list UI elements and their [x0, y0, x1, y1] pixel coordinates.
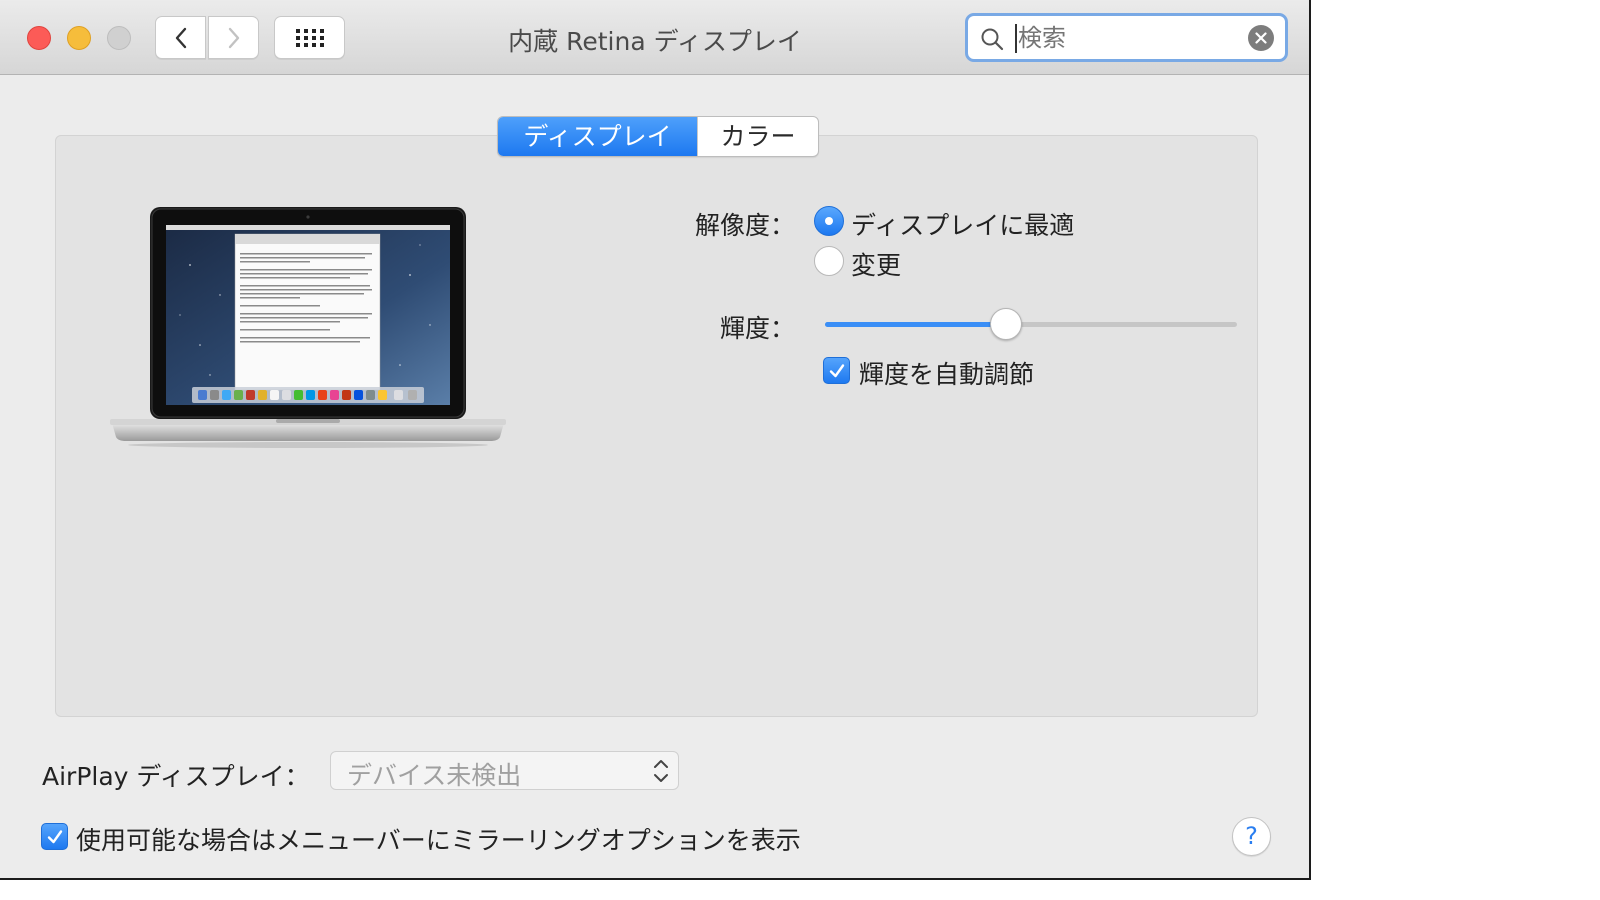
window-title: 内蔵 Retina ディスプレイ — [508, 27, 802, 56]
resolution-label: 解像度： — [694, 211, 795, 240]
macbook-illustration — [110, 207, 506, 448]
airplay-display-popup[interactable]: デバイス未検出 — [330, 751, 679, 790]
show-mirroring-checkbox[interactable] — [41, 823, 68, 850]
brightness-slider-fill — [825, 322, 1007, 327]
clear-icon[interactable] — [1248, 25, 1274, 51]
radio-scaled[interactable] — [814, 246, 844, 276]
forward-chevron-icon — [228, 27, 239, 48]
tab-color[interactable]: カラー — [697, 117, 818, 156]
radio-scaled-label: 変更 — [851, 251, 902, 280]
radio-best-for-display-label: ディスプレイに最適 — [851, 211, 1075, 240]
airplay-label: AirPlay ディスプレイ： — [42, 762, 310, 791]
system-preferences-window: 内蔵 Retina ディスプレイ ディスプレイ カラー — [0, 0, 1311, 880]
text-caret — [1015, 24, 1017, 53]
close-window-button[interactable] — [27, 26, 51, 50]
brightness-slider-track[interactable] — [825, 322, 1237, 327]
brightness-label: 輝度： — [719, 314, 795, 343]
radio-best-for-display[interactable] — [814, 206, 844, 236]
tab-display[interactable]: ディスプレイ — [498, 117, 697, 156]
titlebar: 内蔵 Retina ディスプレイ — [0, 0, 1309, 75]
grid-icon — [295, 28, 324, 47]
search-field[interactable] — [965, 13, 1288, 62]
checkmark-icon — [47, 829, 62, 843]
show-all-button[interactable] — [274, 16, 345, 59]
auto-brightness-checkbox[interactable] — [823, 357, 850, 384]
tab-bar: ディスプレイ カラー — [497, 116, 819, 157]
auto-brightness-label: 輝度を自動調節 — [859, 360, 1035, 389]
back-chevron-icon — [175, 27, 186, 48]
airplay-popup-value: デバイス未検出 — [347, 761, 522, 790]
popup-arrows-icon — [654, 760, 668, 782]
search-input[interactable] — [1018, 24, 1238, 52]
checkmark-icon — [829, 363, 844, 377]
show-mirroring-label: 使用可能な場合はメニューバーにミラーリングオプションを表示 — [76, 826, 801, 855]
minimize-window-button[interactable] — [67, 26, 91, 50]
help-button[interactable]: ? — [1232, 817, 1271, 856]
search-icon — [980, 27, 1004, 51]
forward-button[interactable] — [208, 16, 259, 59]
back-button[interactable] — [155, 16, 206, 59]
zoom-window-button[interactable] — [107, 26, 131, 50]
